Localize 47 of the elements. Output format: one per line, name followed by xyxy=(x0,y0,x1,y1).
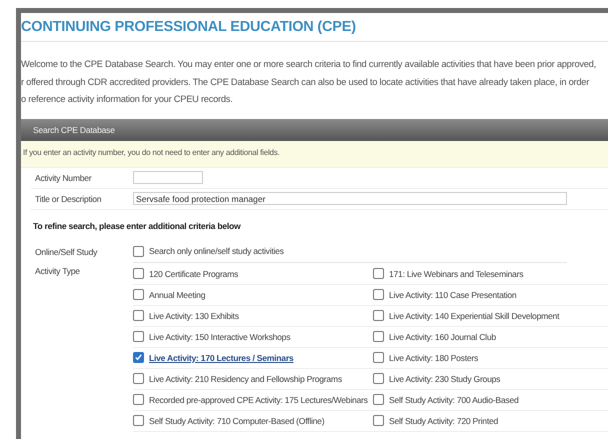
checkbox[interactable] xyxy=(133,373,144,384)
checkbox[interactable] xyxy=(133,310,144,321)
field-label: Title or Description xyxy=(34,194,102,204)
intro-text: o reference activity information for your CPEU records. xyxy=(21,93,234,106)
checkbox[interactable] xyxy=(373,394,384,405)
field-label: Activity Type xyxy=(34,264,81,276)
option-label: Annual Meeting xyxy=(149,290,206,300)
checkbox[interactable] xyxy=(373,310,384,321)
intro-text: Welcome to the CPE Database Search. You may enter one or more search criteria to find currently available activities that have been prior approved, xyxy=(21,58,597,71)
option-label: Live Activity: 110 Case Presentation xyxy=(389,290,516,300)
number-field[interactable] xyxy=(133,171,203,184)
checkbox[interactable] xyxy=(373,352,384,363)
title-field[interactable]: Servsafe food protection manager xyxy=(133,192,567,205)
option-label: 120 Certificate Programs xyxy=(149,268,238,278)
checkbox[interactable] xyxy=(373,415,384,426)
option-label: Live Activity: 180 Posters xyxy=(389,352,478,362)
option-label: Live Activity: 160 Journal Club xyxy=(389,332,496,342)
panel-header: Search CPE Database xyxy=(21,118,608,140)
page-heading: CONTINUING PROFESSIONAL EDUCATION (CPE) xyxy=(21,13,608,42)
option-label: Self Study Activity: 710 Computer-Based (Offline) xyxy=(149,416,324,426)
intro-text: r offered through CDR accredited providers. The CPE Database Search can also be used to locate activities that have already taken place, in order xyxy=(21,76,590,89)
info-note: If you enter an activity number, you do not need to enter any additional fields. xyxy=(21,140,608,168)
checkbox[interactable] xyxy=(133,268,144,279)
option-label: Live Activity: 210 Residency and Fellowship Programs xyxy=(149,374,342,384)
option-label: Live Activity: 140 Experiential Skill Development xyxy=(389,310,560,320)
field-label: Activity Number xyxy=(34,172,92,182)
checkbox[interactable] xyxy=(133,331,144,342)
option-label: Live Activity: 170 Lectures / Seminars xyxy=(149,352,294,362)
option-label: Search only online/self study activities xyxy=(149,246,284,256)
option-label: Self Study Activity: 700 Audio-Based xyxy=(389,394,519,404)
option-label: Live Activity: 130 Exhibits xyxy=(149,310,239,320)
checkbox[interactable] xyxy=(133,415,144,426)
option-label: Recorded pre-approved CPE Activity: 175 Lectures/Webinars xyxy=(149,394,368,404)
checkbox[interactable] xyxy=(373,268,384,279)
option-label: Live Activity: 150 Interactive Workshops xyxy=(149,332,290,342)
checkbox[interactable] xyxy=(133,246,144,256)
option-label: Self Study Activity: 720 Printed xyxy=(389,416,498,426)
option-label: Live Activity: 230 Study Groups xyxy=(389,374,500,384)
checkbox[interactable] xyxy=(133,289,144,300)
field-label: Online/Self Study xyxy=(34,246,98,256)
checkbox[interactable] xyxy=(373,289,384,300)
checkbox[interactable] xyxy=(373,373,384,384)
option-label: 171: Live Webinars and Teleseminars xyxy=(389,268,524,278)
refine-text: To refine search, please enter additional criteria below xyxy=(32,220,242,233)
checkbox[interactable] xyxy=(133,352,144,363)
checkbox[interactable] xyxy=(373,331,384,342)
checkbox[interactable] xyxy=(133,394,144,405)
